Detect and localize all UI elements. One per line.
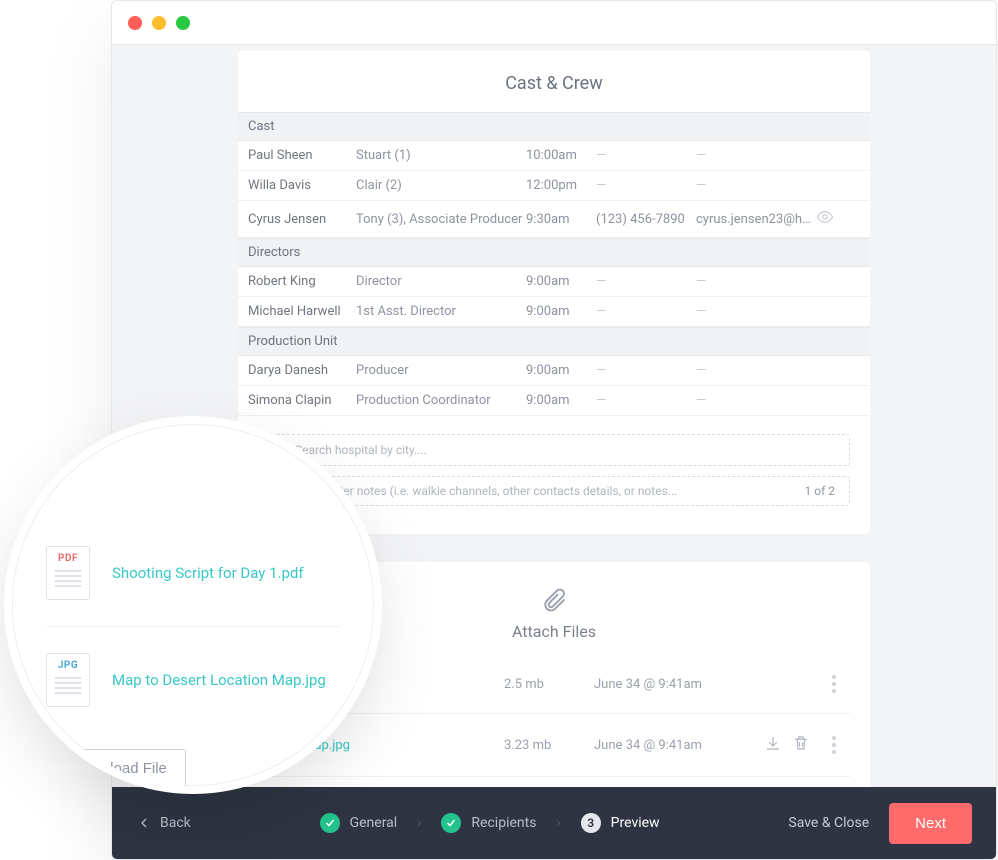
cast-crew-panel: Cast & Crew CastPaul SheenStuart (1)10:0… <box>238 51 870 534</box>
cell-name: Robert King <box>248 274 356 289</box>
zoom-file-item[interactable]: PDF Shooting Script for Day 1.pdf <box>46 520 340 627</box>
cell-name: Willa Davis <box>248 178 356 193</box>
table-row[interactable]: Willa DavisClair (2)12:00pm—— <box>238 171 870 201</box>
hospital-placeholder: Search hospital by city.... <box>295 443 427 457</box>
cell-time: 9:00am <box>526 363 596 378</box>
cell-email: — <box>696 148 816 163</box>
cell-time: 9:00am <box>526 393 596 408</box>
more-icon[interactable] <box>824 736 844 754</box>
check-icon <box>441 813 461 833</box>
cell-role: Clair (2) <box>356 178 526 193</box>
file-size: 2.5 mb <box>504 677 594 692</box>
table-row[interactable]: Darya DaneshProducer9:00am—— <box>238 356 870 386</box>
file-preview-zoom: PDF Shooting Script for Day 1.pdf JPG Map t… <box>12 424 374 786</box>
cell-time: 9:00am <box>526 304 596 319</box>
zoom-file-name: Shooting Script for Day 1.pdf <box>112 564 304 582</box>
cell-email: — <box>696 178 816 193</box>
save-and-close-button[interactable]: Save & Close <box>788 815 869 831</box>
cell-phone: — <box>596 274 696 289</box>
file-type-icon: JPG <box>46 653 90 707</box>
cell-email: — <box>696 393 816 408</box>
table-row[interactable]: Robert KingDirector9:00am—— <box>238 267 870 297</box>
zoom-file-item[interactable]: JPG Map to Desert Location Map.jpg <box>46 627 340 733</box>
table-row[interactable]: Michael Harwell1st Asst. Director9:00am—… <box>238 297 870 327</box>
table-row[interactable]: Cyrus JensenTony (3), Associate Producer… <box>238 201 870 238</box>
maximize-window-button[interactable] <box>176 16 190 30</box>
cell-time: 9:00am <box>526 274 596 289</box>
cell-role: Stuart (1) <box>356 148 526 163</box>
upload-icon <box>65 761 81 777</box>
cell-name: Cyrus Jensen <box>248 212 356 227</box>
cell-name: Darya Danesh <box>248 363 356 378</box>
table-group-header: Cast <box>238 112 870 141</box>
cell-email: — <box>696 363 816 378</box>
cell-email: — <box>696 304 816 319</box>
cell-time: 12:00pm <box>526 178 596 193</box>
cell-role: Production Coordinator <box>356 393 526 408</box>
file-actions <box>764 734 824 756</box>
cell-time: 10:00am <box>526 148 596 163</box>
wizard-bar: Back General › Recipients › 3 Preview <box>112 787 996 859</box>
wizard-step-recipients[interactable]: Recipients <box>441 813 536 833</box>
cell-phone: — <box>596 393 696 408</box>
page-indicator: 1 of 2 <box>805 484 835 498</box>
cell-phone: — <box>596 363 696 378</box>
file-type-icon: PDF <box>46 546 90 600</box>
table-group-header: Production Unit <box>238 327 870 356</box>
more-icon[interactable] <box>824 675 844 693</box>
wizard-step-preview[interactable]: 3 Preview <box>581 813 660 833</box>
cell-phone: (123) 456-7890 <box>596 212 696 227</box>
trash-icon[interactable] <box>792 734 810 752</box>
arrow-left-icon <box>136 815 152 831</box>
next-button[interactable]: Next <box>889 803 972 844</box>
cell-phone: — <box>596 178 696 193</box>
cell-time: 9:30am <box>526 212 596 227</box>
zoom-file-name: Map to Desert Location Map.jpg <box>112 671 326 689</box>
cell-email: — <box>696 274 816 289</box>
close-window-button[interactable] <box>128 16 142 30</box>
file-date: June 34 @ 9:41am <box>594 738 764 753</box>
cell-phone: — <box>596 304 696 319</box>
chevron-right-icon: › <box>417 815 421 831</box>
footer-notes-input[interactable]: ✻ Enter footer notes (i.e. walkie channe… <box>258 476 850 506</box>
cell-role: Director <box>356 274 526 289</box>
cell-phone: — <box>596 148 696 163</box>
table-row[interactable]: Paul SheenStuart (1)10:00am—— <box>238 141 870 171</box>
file-size: 3.23 mb <box>504 738 594 753</box>
wizard-steps: General › Recipients › 3 Preview <box>191 813 789 833</box>
cell-role: Producer <box>356 363 526 378</box>
step-number-badge: 3 <box>581 813 601 833</box>
back-button[interactable]: Back <box>136 815 191 831</box>
row-action <box>816 208 836 230</box>
eye-icon[interactable] <box>816 208 834 226</box>
wizard-step-general[interactable]: General <box>320 813 398 833</box>
cast-crew-title: Cast & Crew <box>238 51 870 112</box>
window-titlebar <box>112 1 996 45</box>
download-icon[interactable] <box>764 734 782 752</box>
footer-placeholder: Enter footer notes (i.e. walkie channels… <box>291 484 678 498</box>
cell-name: Paul Sheen <box>248 148 356 163</box>
cell-role: 1st Asst. Director <box>356 304 526 319</box>
table-row[interactable]: Simona ClapinProduction Coordinator9:00a… <box>238 386 870 416</box>
cell-name: Michael Harwell <box>248 304 356 319</box>
attached-file-row[interactable]: cation Map.jpg3.23 mbJune 34 @ 9:41am <box>258 714 850 777</box>
paperclip-icon <box>540 586 568 614</box>
table-group-header: Directors <box>238 238 870 267</box>
hospital-search-input[interactable]: H Search hospital by city.... <box>258 434 850 466</box>
check-icon <box>320 813 340 833</box>
cell-role: Tony (3), Associate Producer <box>356 212 526 227</box>
minimize-window-button[interactable] <box>152 16 166 30</box>
cell-email: cyrus.jensen23@hotmail... <box>696 212 816 227</box>
chevron-right-icon: › <box>556 815 560 831</box>
file-date: June 34 @ 9:41am <box>594 677 764 692</box>
cell-name: Simona Clapin <box>248 393 356 408</box>
